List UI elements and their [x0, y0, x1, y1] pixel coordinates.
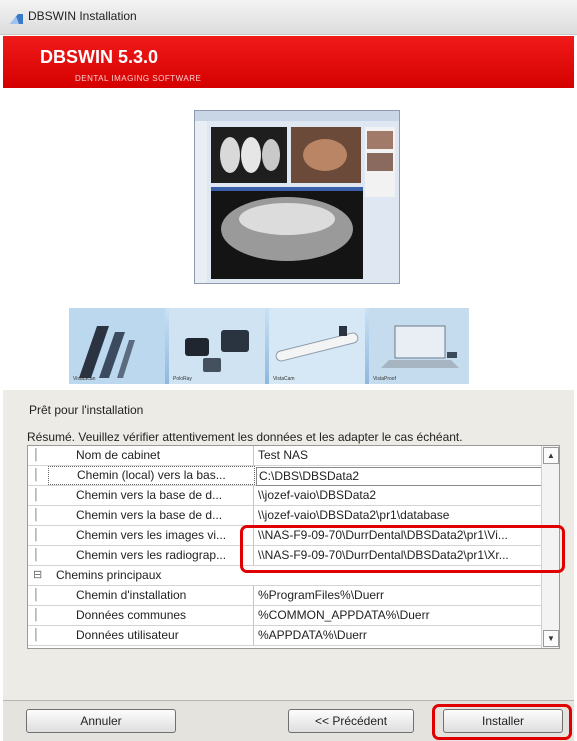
grid-row[interactable]: │ Chemin vers la base de d... \\jozef-va…: [28, 506, 541, 526]
product-tile: VistaCam: [269, 308, 365, 384]
product-banner: DBSWIN 5.3.0 DENTAL IMAGING SOFTWARE: [3, 36, 574, 88]
product-strip: VistaScan PoloRay VistaCam VistaProof: [69, 308, 469, 384]
grid-row[interactable]: │ Chemin vers la base de d... \\jozef-va…: [28, 486, 541, 506]
row-label: Chemin vers les radiograp...: [48, 546, 254, 565]
ready-label: Prêt pour l'installation: [29, 403, 144, 417]
window-title: DBSWIN Installation: [28, 9, 137, 23]
back-button[interactable]: << Précédent: [288, 709, 414, 733]
product-tile: PoloRay: [169, 308, 265, 384]
row-value: %COMMON_APPDATA%\Duerr: [258, 608, 430, 622]
tree-line: │: [33, 609, 40, 621]
row-label: Données utilisateur: [48, 626, 254, 645]
row-value: %APPDATA%\Duerr: [258, 628, 367, 642]
tree-line: │: [33, 489, 40, 501]
grid-row[interactable]: │ Données utilisateur %APPDATA%\Duerr: [28, 626, 541, 646]
tree-line: │: [33, 449, 40, 461]
product-caption: VistaScan: [73, 376, 96, 382]
highlight-annotation: [240, 525, 565, 573]
grid-row[interactable]: │ Nom de cabinet Test NAS: [28, 446, 541, 466]
row-label: Nom de cabinet: [48, 446, 254, 465]
row-label: Chemin vers la base de d...: [48, 486, 254, 505]
summary-instructions: Résumé. Veuillez vérifier attentivement …: [27, 430, 463, 444]
product-subtitle: DENTAL IMAGING SOFTWARE: [75, 74, 202, 83]
product-caption: PoloRay: [173, 376, 192, 382]
product-tile: VistaScan: [69, 308, 165, 384]
tree-line: │: [33, 629, 40, 641]
dbswin-app-icon: [10, 11, 23, 29]
tree-line: │: [33, 549, 40, 561]
cancel-button[interactable]: Annuler: [26, 709, 176, 733]
tree-collapse-icon[interactable]: ⊟: [33, 566, 45, 585]
category-label: Chemins principaux: [56, 568, 162, 582]
row-value-input[interactable]: C:\DBS\DBSData2: [256, 467, 542, 486]
chevron-down-icon[interactable]: ▼: [543, 630, 559, 647]
tree-line: │: [33, 589, 40, 601]
row-label: Chemin vers la base de d...: [48, 506, 254, 525]
row-value: %ProgramFiles%\Duerr: [258, 588, 385, 602]
grid-row[interactable]: │ Chemin (local) vers la bas... C:\DBS\D…: [28, 466, 542, 486]
product-caption: VistaProof: [373, 376, 396, 382]
row-value: \\jozef-vaio\DBSData2: [258, 488, 377, 502]
row-label: Chemin d'installation: [48, 586, 254, 605]
highlight-annotation: [432, 704, 572, 740]
row-label: Chemin vers les images vi...: [48, 526, 254, 545]
product-title: DBSWIN 5.3.0: [40, 47, 159, 67]
grid-row[interactable]: │ Chemin d'installation %ProgramFiles%\D…: [28, 586, 541, 606]
product-caption: VistaCam: [273, 376, 295, 382]
chevron-up-icon[interactable]: ▲: [543, 447, 559, 464]
row-value: \\jozef-vaio\DBSData2\pr1\database: [258, 508, 450, 522]
title-bar: DBSWIN Installation: [0, 0, 577, 35]
row-label: Chemin (local) vers la bas...: [48, 466, 255, 485]
tree-line: │: [33, 469, 40, 481]
software-screenshot-image: [194, 110, 400, 284]
grid-row[interactable]: │ Données communes %COMMON_APPDATA%\Duer…: [28, 606, 541, 626]
tree-line: │: [33, 509, 40, 521]
product-tile: VistaProof: [369, 308, 469, 384]
row-label: Données communes: [48, 606, 254, 625]
row-value: Test NAS: [258, 448, 309, 462]
tree-line: │: [33, 529, 40, 541]
